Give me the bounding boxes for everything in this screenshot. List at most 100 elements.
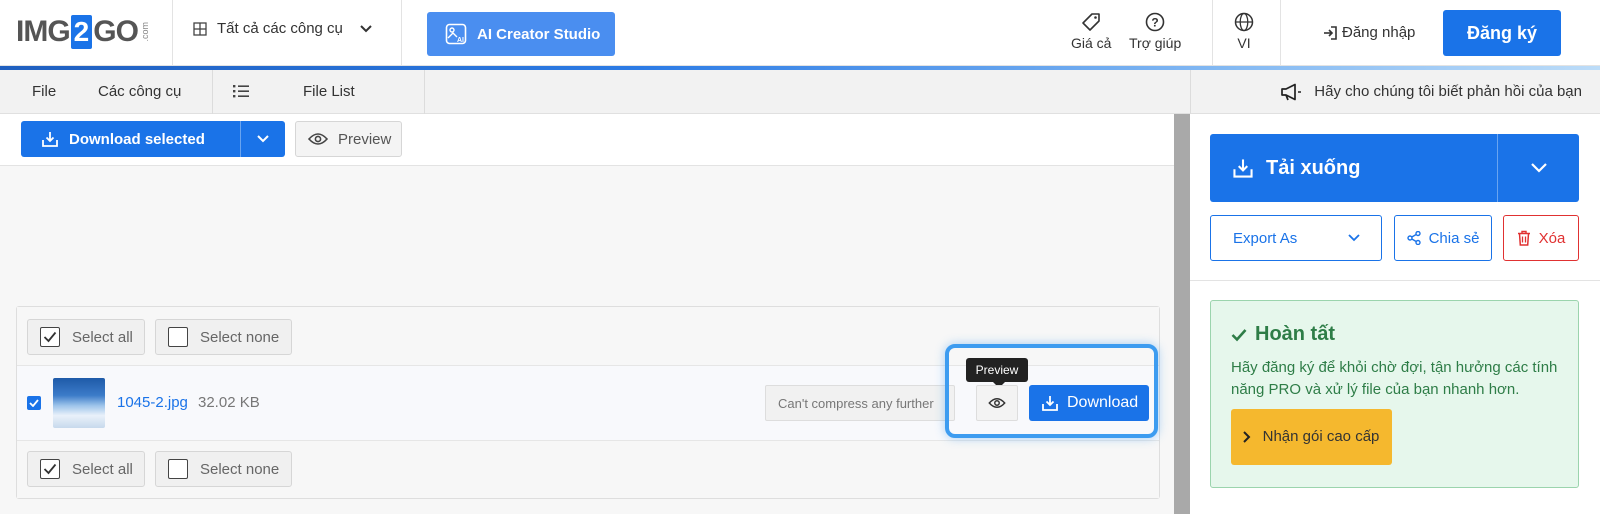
menu-file-list[interactable]: File List bbox=[303, 83, 355, 100]
file-menu-bar: File Các công cụ File List bbox=[0, 70, 1190, 114]
vertical-scrollbar[interactable] bbox=[1174, 114, 1190, 514]
menu-file[interactable]: File bbox=[32, 83, 56, 100]
menu-tools[interactable]: Các công cụ bbox=[98, 83, 181, 100]
file-download-button[interactable]: Download bbox=[1029, 385, 1149, 421]
all-tools-dropdown[interactable]: Tất cả các công cụ bbox=[193, 20, 373, 37]
share-button[interactable]: Chia sẻ bbox=[1394, 215, 1492, 261]
select-all-button[interactable]: Select all bbox=[27, 319, 145, 355]
chevron-down-icon bbox=[359, 24, 373, 34]
logo-com-text: .com bbox=[139, 22, 150, 42]
check-icon bbox=[40, 459, 60, 479]
ai-image-icon: AI bbox=[445, 23, 467, 45]
globe-icon bbox=[1234, 12, 1254, 32]
right-panel: Tải xuống Export As Chia sẻ Xóa Hoàn tất… bbox=[1190, 114, 1600, 514]
feedback-label: Hãy cho chúng tôi biết phản hồi của bạn bbox=[1314, 83, 1582, 100]
preview-tooltip: Preview bbox=[966, 358, 1028, 388]
help-label: Trợ giúp bbox=[1129, 35, 1182, 51]
question-icon: ? bbox=[1145, 12, 1165, 32]
select-all-button[interactable]: Select all bbox=[27, 451, 145, 487]
file-list-area: Download selected Preview Select all Sel… bbox=[0, 114, 1174, 514]
menu-divider bbox=[212, 70, 213, 114]
get-premium-button[interactable]: Nhận gói cao cấp bbox=[1231, 409, 1392, 465]
completion-title-text: Hoàn tất bbox=[1255, 323, 1335, 345]
export-as-dropdown[interactable]: Export As bbox=[1210, 215, 1382, 261]
logo-go-text: GO bbox=[93, 15, 139, 48]
download-tray-icon bbox=[1232, 157, 1254, 179]
chevron-down-icon bbox=[256, 134, 270, 144]
ai-creator-studio-button[interactable]: AI AI Creator Studio bbox=[427, 12, 615, 56]
panel-divider bbox=[1190, 280, 1600, 281]
check-icon bbox=[40, 327, 60, 347]
completion-title: Hoàn tất bbox=[1231, 323, 1335, 346]
logo-img-text: IMG bbox=[16, 15, 71, 48]
file-download-label: Download bbox=[1067, 394, 1139, 411]
share-label: Chia sẻ bbox=[1428, 229, 1480, 247]
delete-label: Xóa bbox=[1538, 229, 1566, 247]
top-header: IMG 2 GO .com Tất cả các công cụ AI AI C… bbox=[0, 0, 1600, 66]
chevron-down-icon bbox=[1530, 162, 1548, 174]
tag-icon bbox=[1081, 12, 1101, 32]
eye-icon bbox=[988, 397, 1006, 409]
select-none-label: Select none bbox=[200, 460, 280, 478]
svg-text:AI: AI bbox=[457, 37, 464, 44]
svg-text:?: ? bbox=[1151, 16, 1158, 30]
empty-checkbox-icon bbox=[168, 327, 188, 347]
download-selected-label: Download selected bbox=[69, 130, 205, 148]
header-divider bbox=[401, 0, 402, 66]
list-icon[interactable] bbox=[233, 84, 249, 98]
preview-button[interactable]: Preview bbox=[295, 121, 402, 157]
logo-two-badge: 2 bbox=[70, 15, 93, 49]
menu-divider bbox=[424, 70, 425, 114]
get-premium-label: Nhận gói cao cấp bbox=[1262, 428, 1380, 445]
file-thumbnail[interactable] bbox=[53, 378, 105, 428]
login-label: Đăng nhập bbox=[1342, 24, 1416, 41]
ai-creator-studio-label: AI Creator Studio bbox=[477, 25, 601, 43]
file-name-link[interactable]: 1045-2.jpg bbox=[117, 394, 188, 411]
login-arrow-icon bbox=[1322, 25, 1338, 41]
file-checkbox[interactable] bbox=[27, 396, 41, 410]
megaphone-icon bbox=[1280, 83, 1302, 101]
file-size: 32.02 KB bbox=[198, 394, 260, 411]
share-icon bbox=[1406, 231, 1421, 245]
grid-icon bbox=[193, 21, 207, 36]
select-none-button[interactable]: Select none bbox=[155, 319, 292, 355]
login-link[interactable]: Đăng nhập bbox=[1322, 24, 1415, 41]
download-all-button[interactable]: Tải xuống bbox=[1210, 134, 1579, 202]
delete-button[interactable]: Xóa bbox=[1503, 215, 1579, 261]
completion-box: Hoàn tất Hãy đăng ký để khỏi chờ đợi, tậ… bbox=[1210, 300, 1579, 488]
check-icon bbox=[1231, 328, 1247, 342]
language-selector[interactable]: VI bbox=[1234, 12, 1254, 51]
eye-icon bbox=[308, 132, 328, 146]
feedback-bar[interactable]: Hãy cho chúng tôi biết phản hồi của bạn bbox=[1190, 70, 1600, 114]
select-none-button[interactable]: Select none bbox=[155, 451, 292, 487]
all-tools-label: Tất cả các công cụ bbox=[217, 20, 343, 37]
pricing-label: Giá cả bbox=[1071, 35, 1112, 51]
select-all-label: Select all bbox=[72, 460, 133, 478]
preview-label: Preview bbox=[338, 130, 392, 148]
download-tray-icon bbox=[1041, 394, 1059, 412]
download-selected-button[interactable]: Download selected bbox=[21, 121, 285, 157]
download-all-options-toggle[interactable] bbox=[1497, 134, 1579, 202]
export-as-label: Export As bbox=[1233, 229, 1298, 247]
download-tray-icon bbox=[41, 130, 59, 148]
select-none-label: Select none bbox=[200, 328, 280, 346]
header-divider bbox=[1280, 0, 1281, 66]
select-all-label: Select all bbox=[72, 328, 133, 346]
completion-message: Hãy đăng ký để khỏi chờ đợi, tận hưởng c… bbox=[1231, 359, 1558, 398]
header-divider bbox=[1212, 0, 1213, 66]
signup-button[interactable]: Đăng ký bbox=[1443, 10, 1561, 56]
chevron-down-icon bbox=[1347, 233, 1361, 243]
download-all-label: Tải xuống bbox=[1266, 156, 1361, 179]
header-divider bbox=[172, 0, 173, 66]
compression-status: Can't compress any further bbox=[765, 385, 955, 421]
file-actions-toolbar: Download selected Preview bbox=[0, 114, 1174, 166]
help-link[interactable]: ? Trợ giúp bbox=[1129, 12, 1181, 51]
img2go-logo[interactable]: IMG 2 GO .com bbox=[16, 14, 150, 50]
trash-icon bbox=[1517, 230, 1531, 246]
download-options-toggle[interactable] bbox=[240, 121, 285, 157]
pricing-link[interactable]: Giá cả bbox=[1071, 12, 1111, 51]
language-label: VI bbox=[1237, 35, 1251, 51]
select-controls-bottom: Select all Select none bbox=[17, 441, 1159, 498]
file-preview-button[interactable] bbox=[976, 385, 1018, 421]
chevron-right-icon bbox=[1231, 430, 1261, 444]
